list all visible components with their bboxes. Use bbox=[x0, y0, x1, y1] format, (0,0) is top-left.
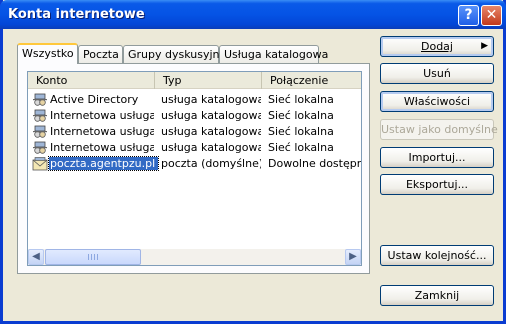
add-button[interactable]: Dodaj ▶ bbox=[380, 36, 494, 57]
tab-newsgroups[interactable]: Grupy dyskusyjne bbox=[123, 45, 226, 63]
account-name: Active Directory bbox=[50, 93, 139, 106]
close-button[interactable]: Zamknij bbox=[380, 285, 494, 306]
tab-mail[interactable]: Poczta bbox=[78, 45, 123, 63]
title-bar[interactable]: Konta internetowe ? ✕ bbox=[0, 0, 506, 29]
account-connection: Sieć lokalna bbox=[268, 125, 334, 138]
account-connection: Sieć lokalna bbox=[268, 141, 334, 154]
export-button[interactable]: Eksportuj... bbox=[380, 174, 494, 195]
list-item[interactable]: Internetowa usługa ... usługa katalogowa… bbox=[28, 124, 361, 140]
scroll-left-arrow-icon[interactable]: ◀ bbox=[28, 249, 44, 265]
tab-all[interactable]: Wszystko bbox=[17, 43, 78, 64]
account-type: usługa katalogowa bbox=[161, 125, 261, 138]
account-connection: Dowolne dostępne bbox=[268, 157, 361, 170]
import-button[interactable]: Importuj... bbox=[380, 147, 494, 168]
internet-accounts-dialog: Konta internetowe ? ✕ Wszystko Poczta Gr… bbox=[0, 0, 506, 324]
directory-account-icon bbox=[33, 125, 47, 138]
window-title: Konta internetowe bbox=[8, 7, 145, 22]
list-item[interactable]: Internetowa usługa ... usługa katalogowa… bbox=[28, 108, 361, 124]
list-item[interactable]: Active Directory usługa katalogowa Sieć … bbox=[28, 92, 361, 108]
scroll-thumb[interactable] bbox=[45, 249, 141, 265]
tab-panel: Konto Typ Połączenie Active Directory us… bbox=[17, 63, 370, 274]
column-header-connection[interactable]: Połączenie bbox=[261, 72, 361, 89]
list-header: Konto Typ Połączenie bbox=[28, 72, 361, 89]
grip-icon bbox=[88, 254, 98, 260]
account-type: usługa katalogowa bbox=[161, 93, 261, 106]
list-item[interactable]: poczta.agentpzu.pl poczta (domyślne) Dow… bbox=[28, 156, 361, 172]
list-item[interactable]: Internetowa usługa ... usługa katalogowa… bbox=[28, 140, 361, 156]
account-type: usługa katalogowa bbox=[161, 141, 261, 154]
horizontal-scrollbar[interactable]: ◀ ▶ bbox=[28, 249, 361, 265]
properties-button[interactable]: Właściwości bbox=[380, 91, 494, 112]
set-default-button[interactable]: Ustaw jako domyślne bbox=[380, 119, 498, 140]
account-type: poczta (domyślne) bbox=[161, 157, 261, 170]
account-name: Internetowa usługa ... bbox=[50, 141, 154, 154]
directory-account-icon bbox=[33, 109, 47, 122]
column-header-type[interactable]: Typ bbox=[154, 72, 261, 89]
account-connection: Sieć lokalna bbox=[268, 93, 334, 106]
scroll-right-arrow-icon[interactable]: ▶ bbox=[345, 249, 361, 265]
tab-directory-service[interactable]: Usługa katalogowa bbox=[219, 45, 328, 63]
mail-account-icon bbox=[32, 157, 48, 171]
directory-account-icon bbox=[33, 93, 47, 106]
close-window-button[interactable]: ✕ bbox=[481, 5, 502, 26]
submenu-arrow-icon: ▶ bbox=[481, 41, 488, 51]
directory-account-icon bbox=[33, 141, 47, 154]
help-button[interactable]: ? bbox=[458, 5, 479, 26]
accounts-list[interactable]: Konto Typ Połączenie Active Directory us… bbox=[27, 71, 362, 266]
account-name: Internetowa usługa ... bbox=[50, 109, 154, 122]
column-header-account[interactable]: Konto bbox=[28, 72, 154, 89]
account-connection: Sieć lokalna bbox=[268, 109, 334, 122]
set-order-button[interactable]: Ustaw kolejność... bbox=[380, 245, 494, 266]
account-name: poczta.agentpzu.pl bbox=[47, 156, 160, 171]
account-name: Internetowa usługa ... bbox=[50, 125, 154, 138]
account-type: usługa katalogowa bbox=[161, 109, 261, 122]
remove-button[interactable]: Usuń bbox=[380, 63, 494, 84]
add-button-label: Dodaj bbox=[421, 40, 453, 53]
